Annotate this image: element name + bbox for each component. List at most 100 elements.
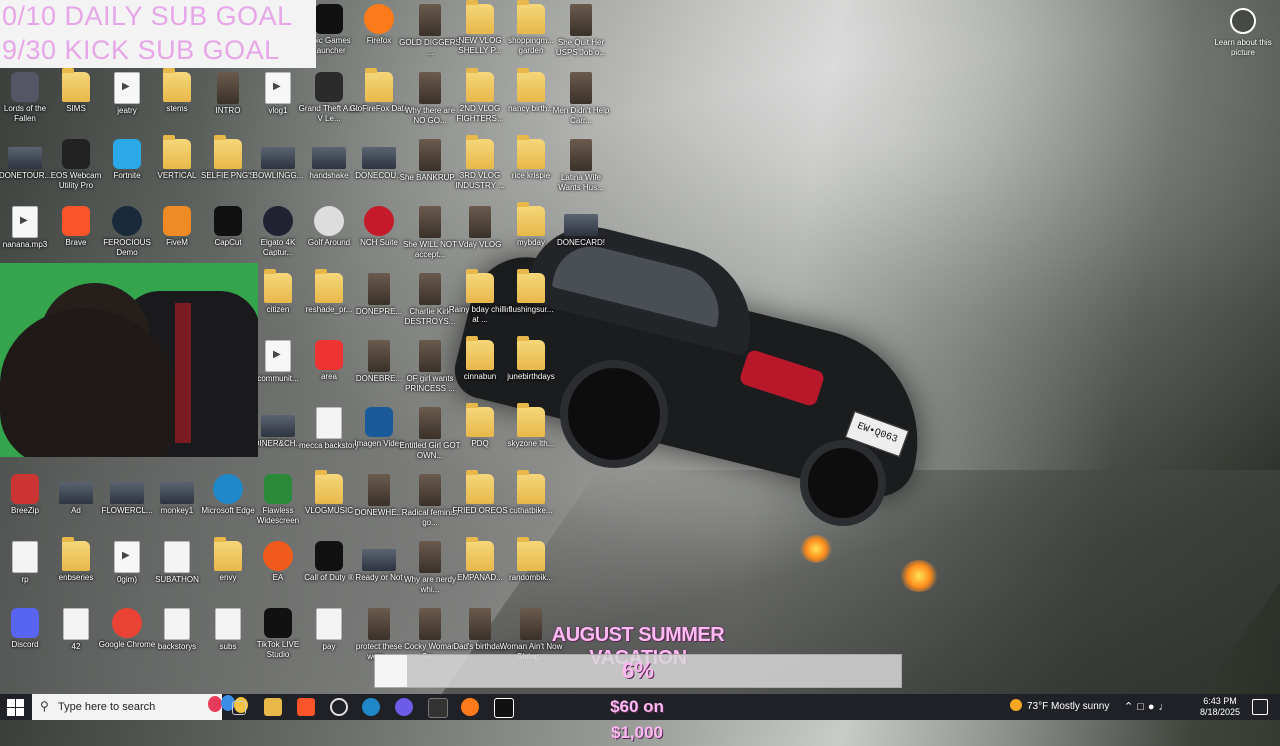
thumbnail-icon — [368, 474, 390, 506]
folder-icon — [466, 403, 494, 437]
obs-icon[interactable] — [330, 698, 348, 716]
folder-icon — [315, 470, 343, 504]
folder-icon — [466, 336, 494, 370]
app-icon — [365, 407, 393, 437]
thumbnail-icon — [570, 4, 592, 36]
desktop-icon-label: DONECARD! — [556, 238, 605, 247]
app-icon — [11, 608, 39, 638]
desktop-icon[interactable]: cuthatbike... — [499, 470, 563, 516]
vacation-progress-percent: 6% — [622, 658, 654, 683]
desktop-icon[interactable]: Men Didn't Help Carr... — [549, 72, 613, 126]
thumbnail-icon — [261, 415, 295, 437]
app-icon — [264, 608, 292, 638]
taskbar-search-box[interactable]: ⚲ Type here to search — [32, 694, 248, 720]
desktop-icon[interactable]: skyzone lth... — [499, 403, 563, 449]
desktop-icon[interactable]: flushingsur... — [499, 269, 563, 315]
notification-center-icon[interactable] — [1252, 699, 1268, 715]
start-button[interactable] — [4, 697, 26, 717]
document-icon — [63, 608, 89, 640]
app-icon — [364, 206, 394, 236]
folder-icon — [214, 135, 242, 169]
thumbnail-icon — [362, 147, 396, 169]
document-icon — [164, 541, 190, 573]
camera-lens-icon — [1230, 8, 1256, 34]
thumbnail-icon — [261, 147, 295, 169]
folder-icon — [517, 68, 545, 102]
learn-about-picture[interactable]: Learn about this picture — [1214, 8, 1272, 58]
kick-sub-goal: 9/30 KICK SUB GOAL — [2, 35, 280, 65]
thumbnail-icon — [469, 206, 491, 238]
volume-icon[interactable]: ♩ — [1159, 701, 1174, 713]
thumbnail-icon — [469, 608, 491, 640]
app-icon — [263, 206, 293, 236]
folder-icon — [466, 537, 494, 571]
folder-icon — [466, 135, 494, 169]
thumbnail-icon — [564, 214, 598, 236]
document-icon — [12, 541, 38, 573]
media-file-icon — [265, 72, 291, 104]
windows-logo-icon — [7, 699, 15, 707]
app-icon — [315, 4, 343, 34]
edge-taskbar-icon[interactable] — [362, 698, 380, 716]
chevron-up-icon[interactable]: ⌃ — [1124, 701, 1137, 713]
search-placeholder: Type here to search — [58, 701, 156, 713]
app-icon — [263, 541, 293, 571]
folder-icon — [62, 537, 90, 571]
search-icon: ⚲ — [40, 699, 49, 713]
firefox-taskbar-icon[interactable] — [461, 698, 479, 716]
thumbnail-icon — [419, 206, 441, 238]
thumbnail-icon — [368, 608, 390, 640]
folder-icon — [517, 269, 545, 303]
desktop-icon[interactable]: randombik... — [499, 537, 563, 583]
daily-sub-goal: 0/10 DAILY SUB GOAL — [2, 1, 293, 31]
app-icon — [112, 608, 142, 638]
folder-icon — [315, 269, 343, 303]
exhaust-flame-icon — [900, 560, 938, 592]
messenger-icon[interactable] — [395, 698, 413, 716]
folder-icon — [214, 537, 242, 571]
app-icon — [315, 340, 343, 370]
app-icon — [315, 72, 343, 102]
thumbnail-icon — [419, 541, 441, 573]
app-icon — [112, 206, 142, 236]
desktop-icon[interactable]: DONECARD! — [549, 206, 613, 248]
thumbnail-icon — [368, 340, 390, 372]
desktop-icon[interactable]: junebirthdays — [499, 336, 563, 382]
app-icon — [62, 139, 90, 169]
weather-widget[interactable]: 73°F Mostly sunny — [1010, 694, 1109, 720]
thumbnail-icon — [419, 474, 441, 506]
thumbnail-icon — [59, 482, 93, 504]
folder-icon — [466, 269, 494, 303]
brave-taskbar-icon[interactable] — [297, 698, 315, 716]
desktop-icon-label: cuthatbike... — [509, 506, 553, 515]
thumbnail-icon — [217, 72, 239, 104]
desktop-icon[interactable]: She Quit Her USPS Job o... — [549, 4, 613, 58]
folder-icon — [365, 68, 393, 102]
capcut-taskbar-icon[interactable] — [494, 698, 514, 718]
file-explorer-icon[interactable] — [264, 698, 282, 716]
network-icon[interactable]: □ — [1137, 701, 1148, 713]
desktop-icon-label: skyzone lth... — [507, 439, 555, 448]
thumbnail-icon — [368, 273, 390, 305]
thumbnail-icon — [419, 139, 441, 171]
microphone-icon[interactable]: ● — [1148, 701, 1159, 713]
desktop-icon-label: She Quit Her USPS Job o... — [555, 38, 607, 57]
document-icon — [316, 407, 342, 439]
thumbnail-icon — [570, 139, 592, 171]
app-icon — [11, 72, 39, 102]
task-view-icon[interactable] — [232, 701, 246, 715]
app-icon — [314, 206, 344, 236]
desktop-icon[interactable]: Latina Wife Wants Hus... — [549, 139, 613, 193]
folder-icon — [163, 68, 191, 102]
taskbar-clock[interactable]: 6:43 PM 8/18/2025 — [1194, 696, 1246, 718]
app-icon — [163, 206, 191, 236]
system-tray[interactable]: ⌃□●♩ — [1124, 700, 1174, 713]
media-file-icon — [12, 206, 38, 238]
desktop-icon-label: junebirthdays — [507, 372, 555, 381]
vacation-progress-bar: 6% — [374, 654, 902, 688]
document-icon — [215, 608, 241, 640]
learn-about-picture-label: Learn about this picture — [1214, 38, 1272, 57]
vacation-amount: $60 on $1,000 — [610, 697, 664, 742]
thumbnail-icon — [570, 72, 592, 104]
elgato-icon[interactable] — [428, 698, 448, 718]
